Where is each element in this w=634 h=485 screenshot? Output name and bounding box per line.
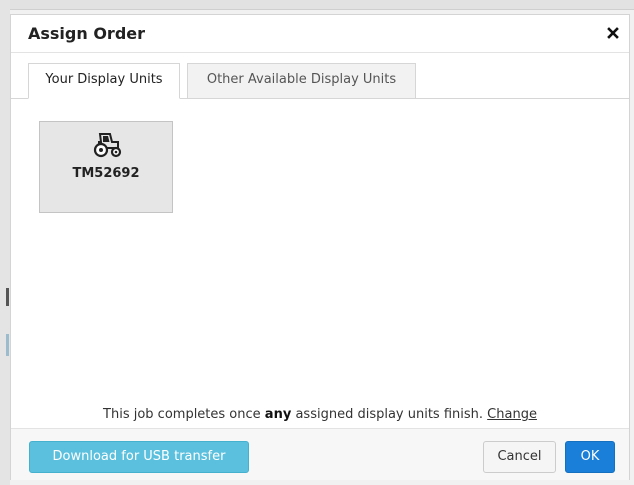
dialog-footer: Download for USB transfer Cancel OK xyxy=(11,428,629,480)
cancel-button[interactable]: Cancel xyxy=(483,441,556,473)
dialog-title: Assign Order xyxy=(28,24,146,43)
dialog-header: Assign Order xyxy=(11,15,629,53)
display-unit-card[interactable]: TM52692 xyxy=(39,121,173,213)
completion-message: This job completes once any assigned dis… xyxy=(11,407,629,422)
backdrop-top-strip xyxy=(0,0,634,10)
tab-your-display-units[interactable]: Your Display Units xyxy=(28,63,180,99)
completion-prefix: This job completes once xyxy=(103,407,261,422)
assign-order-dialog: Assign Order Your Display Units Other Av… xyxy=(10,14,630,480)
download-usb-button[interactable]: Download for USB transfer xyxy=(29,441,249,473)
change-link[interactable]: Change xyxy=(487,407,537,422)
close-icon[interactable] xyxy=(603,23,623,43)
backdrop-mark xyxy=(6,288,9,306)
completion-emphasis: any xyxy=(264,407,292,422)
tractor-icon xyxy=(91,132,123,158)
completion-suffix: assigned display units finish. xyxy=(295,407,484,422)
tab-other-available-display-units[interactable]: Other Available Display Units xyxy=(187,63,416,98)
tab-bar: Your Display Units Other Available Displ… xyxy=(11,53,629,99)
backdrop-mark xyxy=(6,334,9,356)
display-unit-label: TM52692 xyxy=(72,166,140,181)
backdrop-left-edge xyxy=(0,0,10,485)
ok-button[interactable]: OK xyxy=(565,441,615,473)
